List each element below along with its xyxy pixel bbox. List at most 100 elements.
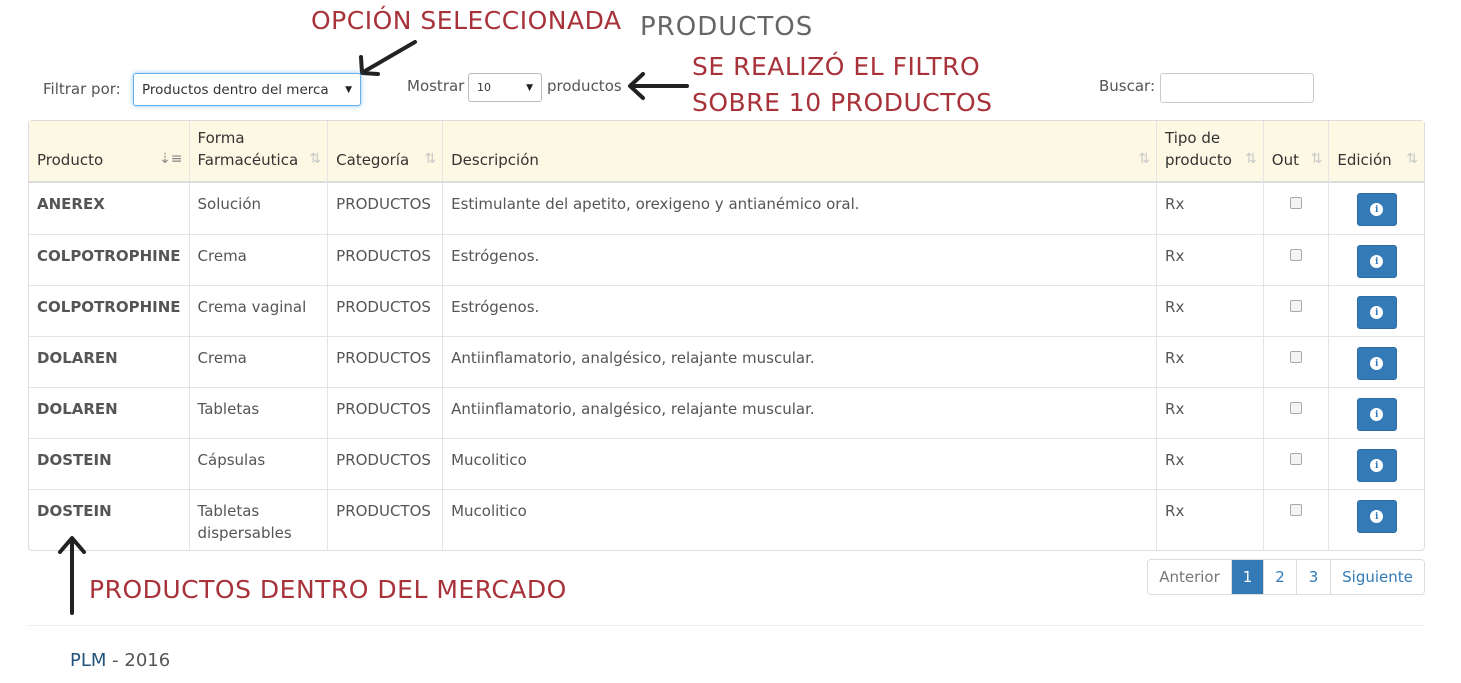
filter-label: Filtrar por:: [43, 80, 121, 98]
header-label: Producto: [37, 151, 104, 169]
out-checkbox[interactable]: [1290, 249, 1303, 261]
table-header-row: Producto ⇣≡ Forma Farmacéutica ⇅ Categoría…: [29, 121, 1424, 183]
page-size-value: 10: [477, 81, 491, 94]
cell-edicion: i: [1329, 234, 1424, 285]
cell-forma: Crema: [189, 336, 329, 387]
header-label: Categoría: [336, 151, 410, 169]
cell-forma: Cápsulas: [189, 438, 329, 489]
column-header-edicion[interactable]: Edición ⇅: [1329, 121, 1424, 183]
cell-tipo: Rx: [1157, 285, 1264, 336]
table-row: COLPOTROPHINE Crema vaginal PRODUCTOS Es…: [29, 285, 1424, 336]
cell-producto: COLPOTROPHINE: [29, 234, 190, 285]
arrow-up-icon: [58, 536, 86, 615]
cell-descripcion: Estrógenos.: [443, 285, 1158, 336]
out-checkbox[interactable]: [1290, 504, 1303, 516]
cell-descripcion: Antiinflamatorio, analgésico, relajante …: [443, 387, 1158, 438]
out-checkbox[interactable]: [1290, 351, 1303, 363]
edit-info-button[interactable]: i: [1356, 347, 1397, 380]
pagination: Anterior 1 2 3 Siguiente: [1147, 559, 1425, 595]
sort-desc-icon: ⇣≡: [159, 151, 183, 167]
arrow-filter-icon: [628, 72, 689, 100]
sort-icon: ⇅: [309, 151, 322, 167]
cell-producto: DOLAREN: [29, 387, 190, 438]
filter-select-value: Productos dentro del merca: [142, 81, 329, 98]
table-row: DOSTEIN Cápsulas PRODUCTOS Mucolitico Rx…: [29, 438, 1424, 489]
cell-tipo: Rx: [1157, 336, 1264, 387]
footer: PLM - 2016: [70, 650, 170, 671]
sort-icon: ⇅: [1406, 151, 1418, 167]
out-checkbox[interactable]: [1290, 197, 1303, 209]
sort-icon: ⇅: [1310, 151, 1323, 167]
cell-out: [1263, 336, 1330, 387]
cell-tipo: Rx: [1157, 489, 1264, 550]
cell-out: [1263, 285, 1330, 336]
column-header-producto[interactable]: Producto ⇣≡: [29, 121, 190, 183]
arrow-selected-option-icon: [359, 40, 417, 76]
column-header-forma[interactable]: Forma Farmacéutica ⇅: [189, 121, 329, 183]
cell-out: [1264, 183, 1330, 234]
out-checkbox[interactable]: [1290, 453, 1303, 465]
cell-descripcion: Antiinflamatorio, analgésico, relajante …: [443, 336, 1158, 387]
cell-categoria: PRODUCTOS: [328, 438, 444, 489]
filter-select[interactable]: Productos dentro del merca ▼: [133, 73, 361, 106]
cell-forma: Tabletas dispersables: [189, 489, 329, 550]
edit-info-button[interactable]: i: [1356, 193, 1397, 226]
cell-edicion: i: [1329, 336, 1424, 387]
pagination-page-3[interactable]: 3: [1297, 560, 1331, 594]
edit-info-button[interactable]: i: [1356, 398, 1397, 431]
cell-producto: DOSTEIN: [29, 489, 190, 550]
cell-producto: ANEREX: [29, 183, 190, 234]
cell-out: [1263, 234, 1330, 285]
annotation-filter-line2: SOBRE 10 PRODUCTOS: [692, 88, 993, 117]
edit-info-button[interactable]: i: [1356, 449, 1397, 482]
cell-descripcion: Mucolitico: [443, 489, 1158, 550]
info-circle-icon: i: [1370, 459, 1384, 472]
edit-info-button[interactable]: i: [1356, 500, 1397, 533]
cell-categoria: PRODUCTOS: [328, 234, 444, 285]
column-header-tipo[interactable]: Tipo de producto ⇅: [1157, 121, 1264, 183]
edit-info-button[interactable]: i: [1356, 296, 1397, 329]
cell-tipo: Rx: [1157, 183, 1264, 234]
cell-descripcion: Mucolitico: [443, 438, 1158, 489]
edit-info-button[interactable]: i: [1356, 245, 1397, 278]
info-circle-icon: i: [1370, 203, 1384, 216]
chevron-down-icon: ▼: [345, 84, 352, 95]
pagination-page-1[interactable]: 1: [1232, 560, 1264, 594]
search-label: Buscar:: [1099, 77, 1156, 95]
cell-categoria: PRODUCTOS: [328, 489, 444, 550]
pagination-next[interactable]: Siguiente: [1331, 560, 1424, 594]
footer-divider: [28, 625, 1425, 626]
annotation-filter-line1: SE REALIZÓ EL FILTRO: [692, 52, 981, 81]
info-circle-icon: i: [1370, 510, 1384, 523]
cell-categoria: PRODUCTOS: [328, 387, 444, 438]
cell-edicion: i: [1329, 285, 1424, 336]
search-input[interactable]: [1160, 73, 1314, 103]
pagination-page-2[interactable]: 2: [1264, 560, 1297, 594]
page-size-select[interactable]: 10 ▼: [468, 73, 542, 102]
column-header-categoria[interactable]: Categoría ⇅: [328, 121, 444, 183]
column-header-descripcion[interactable]: Descripción ⇅: [443, 121, 1158, 183]
cell-forma: Solución: [190, 183, 329, 234]
table-body: ANEREX Solución PRODUCTOS Estimulante de…: [29, 183, 1424, 550]
out-checkbox[interactable]: [1290, 300, 1303, 312]
header-label: Tipo de producto: [1165, 129, 1232, 169]
pagination-prev[interactable]: Anterior: [1148, 560, 1232, 594]
annotation-selected-option: OPCIÓN SELECCIONADA: [311, 6, 622, 35]
cell-out: [1263, 489, 1330, 550]
sort-icon: ⇅: [1138, 151, 1151, 167]
header-label: Forma Farmacéutica: [197, 129, 299, 169]
table-row: COLPOTROPHINE Crema PRODUCTOS Estrógenos…: [29, 234, 1424, 285]
cell-out: [1263, 387, 1330, 438]
info-circle-icon: i: [1370, 306, 1384, 319]
sort-icon: ⇅: [424, 151, 437, 167]
cell-descripcion: Estrógenos.: [443, 234, 1158, 285]
footer-separator: -: [106, 650, 125, 671]
out-checkbox[interactable]: [1290, 402, 1303, 414]
annotation-in-market: PRODUCTOS DENTRO DEL MERCADO: [89, 575, 567, 604]
column-header-out[interactable]: Out ⇅: [1263, 121, 1330, 183]
show-label: Mostrar: [407, 77, 465, 95]
cell-edicion: i: [1329, 387, 1424, 438]
footer-brand[interactable]: PLM: [70, 650, 106, 671]
cell-edicion: i: [1329, 438, 1424, 489]
cell-categoria: PRODUCTOS: [328, 183, 444, 234]
